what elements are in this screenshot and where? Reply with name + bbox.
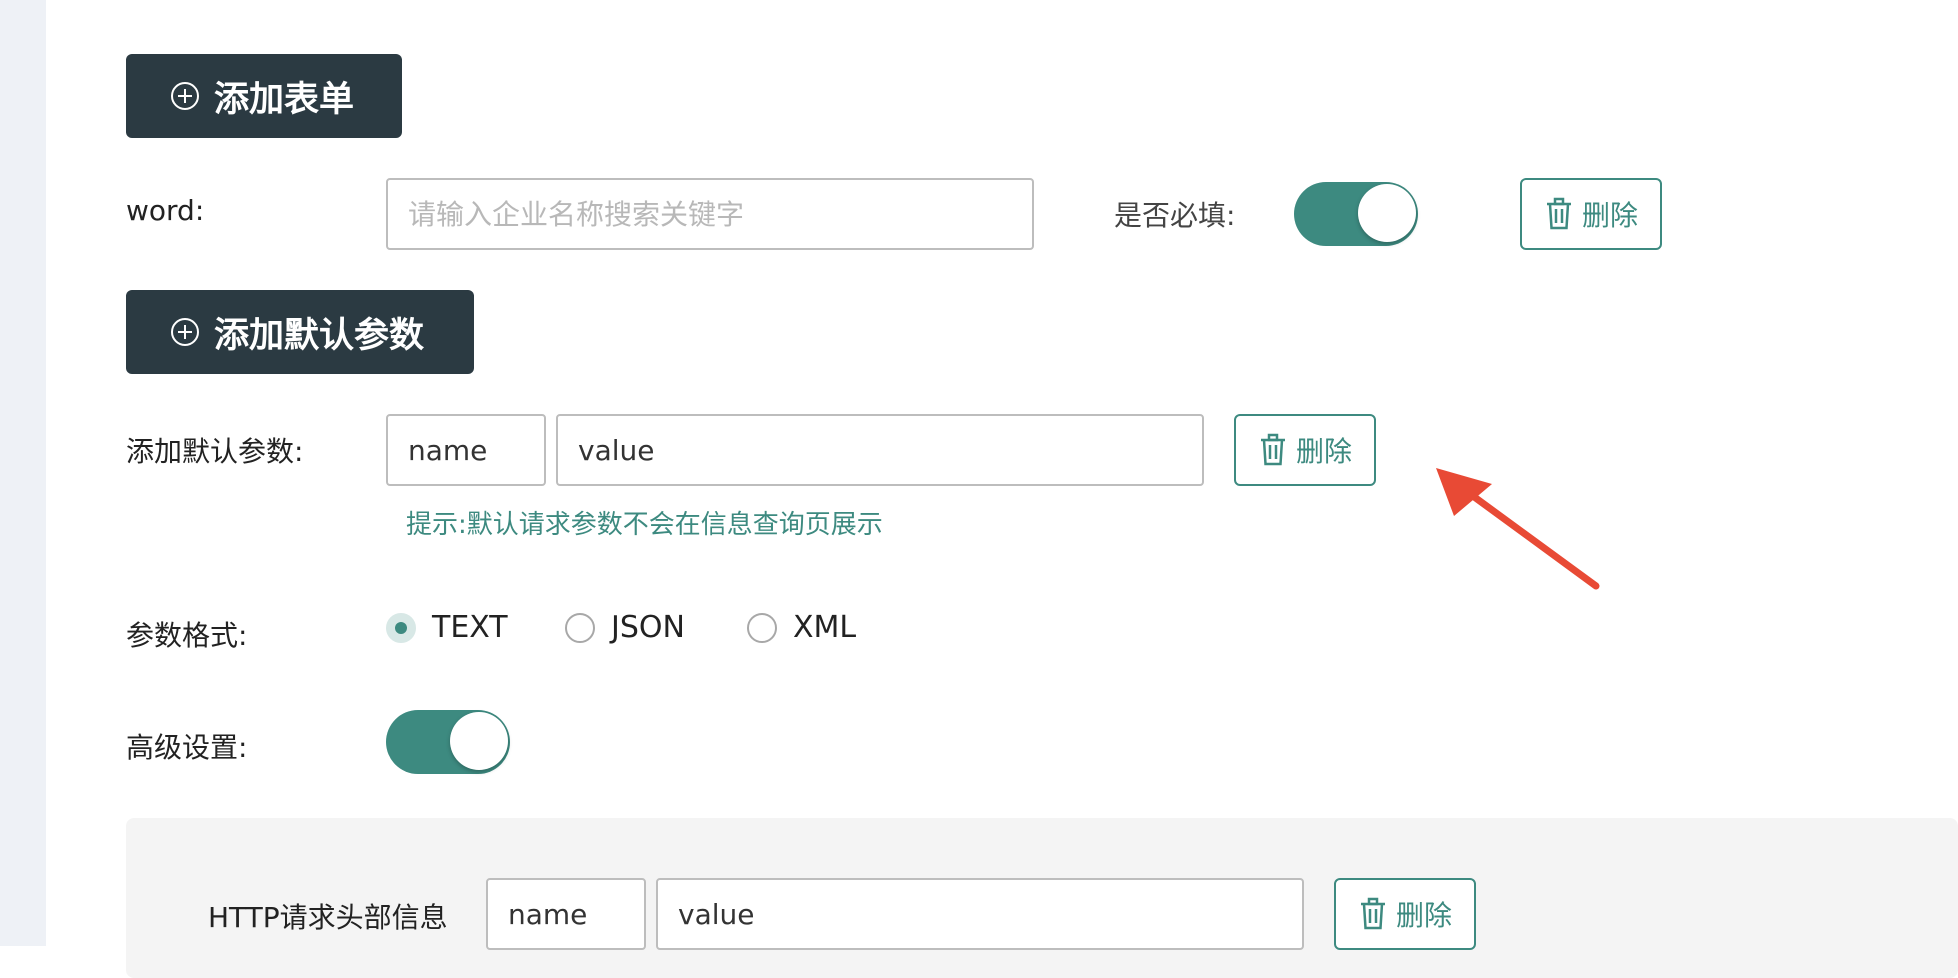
toggle-knob xyxy=(450,712,508,770)
main-content: 添加表单 word: 是否必填: 删除 添加默认参数 xyxy=(46,0,1958,978)
radio-text[interactable]: TEXT xyxy=(386,610,508,645)
radio-dot xyxy=(747,612,777,643)
delete-label: 删除 xyxy=(1295,435,1352,468)
plus-circle-icon xyxy=(170,317,200,347)
add-form-button[interactable]: 添加表单 xyxy=(126,54,402,138)
radio-xml-label: XML xyxy=(793,610,857,645)
delete-http-header-button[interactable]: 删除 xyxy=(1334,878,1476,950)
left-rail xyxy=(0,0,46,946)
advanced-label: 高级设置: xyxy=(126,731,248,764)
radio-json-label: JSON xyxy=(611,610,685,645)
advanced-toggle[interactable] xyxy=(386,710,510,774)
http-header-value-input[interactable] xyxy=(656,878,1304,950)
add-default-param-label: 添加默认参数 xyxy=(214,315,425,356)
default-param-name-input[interactable] xyxy=(386,414,546,486)
http-header-label: HTTP请求头部信息 xyxy=(208,901,448,934)
toggle-knob xyxy=(1358,184,1416,242)
radio-dot-checked xyxy=(386,612,416,643)
trash-icon xyxy=(1358,897,1388,931)
add-form-label: 添加表单 xyxy=(214,79,355,120)
word-input[interactable] xyxy=(386,178,1034,250)
advanced-panel: HTTP请求头部信息 删除 xyxy=(126,818,1958,978)
radio-xml[interactable]: XML xyxy=(747,610,856,645)
http-header-name-input[interactable] xyxy=(486,878,646,950)
word-label: word: xyxy=(126,194,205,227)
param-format-label: 参数格式: xyxy=(126,619,248,652)
default-param-value-input[interactable] xyxy=(556,414,1204,486)
plus-circle-icon xyxy=(170,81,200,111)
delete-label: 删除 xyxy=(1581,199,1638,232)
required-toggle[interactable] xyxy=(1294,182,1418,246)
required-label: 是否必填: xyxy=(1114,199,1236,232)
delete-default-param-button[interactable]: 删除 xyxy=(1234,414,1376,486)
default-param-hint: 提示:默认请求参数不会在信息查询页展示 xyxy=(406,510,883,540)
default-param-label: 添加默认参数: xyxy=(126,435,304,468)
trash-icon xyxy=(1544,197,1574,231)
add-default-param-button[interactable]: 添加默认参数 xyxy=(126,290,474,374)
radio-text-label: TEXT xyxy=(432,610,508,645)
radio-json[interactable]: JSON xyxy=(565,610,685,645)
annotation-arrow xyxy=(1436,468,1600,590)
trash-icon xyxy=(1258,433,1288,467)
radio-dot xyxy=(565,612,595,643)
delete-label: 删除 xyxy=(1395,899,1452,932)
delete-form-button[interactable]: 删除 xyxy=(1520,178,1662,250)
